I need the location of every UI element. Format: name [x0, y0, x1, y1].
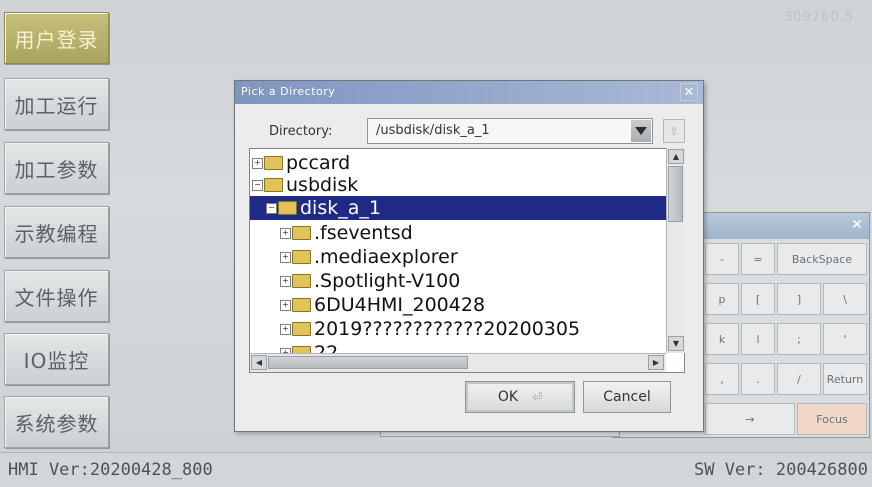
key-period[interactable]: . [741, 363, 775, 395]
folder-icon [292, 226, 311, 240]
parent-folder-icon[interactable]: ⇧ [663, 119, 685, 143]
key-semicolon[interactable]: ; [777, 323, 821, 355]
sidebar: 用户登录 加工运行 加工参数 示教编程 文件操作 IO监控 系统参数 [0, 0, 112, 452]
tree-item-label: 2019????????????20200305 [314, 318, 581, 340]
directory-value: /usbdisk/disk_a_1 [376, 123, 490, 138]
sidebar-item-io-monitor[interactable]: IO监控 [4, 333, 109, 385]
hmi-screen: 309260.5 用户登录 加工运行 加工参数 示教编程 文件操作 IO监控 系… [0, 0, 872, 487]
tree-item-pccard[interactable]: + pccard [252, 151, 350, 175]
ok-label: OK [497, 389, 519, 405]
sidebar-item-user-login[interactable]: 用户登录 [4, 12, 109, 64]
key-bracket-right[interactable]: ] [777, 283, 821, 315]
tree-item-label: .mediaexplorer [314, 246, 458, 268]
key-minus[interactable]: - [705, 243, 739, 275]
tree-item[interactable]: +2019????????????20200305 [280, 317, 580, 341]
expand-icon[interactable]: + [280, 275, 291, 287]
tree-item-label: .Spotlight-V100 [314, 270, 461, 292]
status-bar: HMI Ver:20200428_800 SW Ver: 200426800 [0, 452, 872, 487]
tree-item-label: disk_a_1 [300, 197, 381, 219]
vertical-scroll-thumb[interactable] [668, 166, 683, 222]
key-return[interactable]: Return [823, 363, 867, 395]
sidebar-item-system-params[interactable]: 系统参数 [4, 396, 109, 448]
key-slash[interactable]: / [777, 363, 821, 395]
key-arrow-right[interactable]: → [705, 403, 795, 435]
tree-item-label: pccard [286, 152, 351, 174]
ok-button[interactable]: OK ⏎ [465, 381, 575, 413]
dialog-titlebar[interactable]: Pick a Directory ✕ [235, 81, 703, 104]
tree-item-label: usbdisk [286, 174, 359, 196]
key-l[interactable]: l [741, 323, 775, 355]
dialog-close-icon[interactable]: ✕ [680, 83, 698, 101]
key-backspace[interactable]: BackSpace [777, 243, 867, 275]
cancel-button[interactable]: Cancel [583, 381, 671, 413]
expand-icon[interactable]: − [266, 202, 277, 214]
directory-tree: + pccard − usbdisk − disk_a_1 + .fseventsd +… [249, 148, 685, 373]
tree-vertical-scrollbar[interactable]: ▲ ▼ [666, 148, 685, 353]
header-number: 309260.5 [783, 10, 854, 25]
scroll-up-icon[interactable]: ▲ [668, 149, 684, 164]
folder-icon [292, 298, 311, 312]
key-backslash[interactable]: \ [823, 283, 867, 315]
key-p[interactable]: p [705, 283, 739, 315]
tree-item-disk-a-1[interactable]: − disk_a_1 [250, 196, 666, 220]
chevron-down-icon[interactable] [631, 120, 651, 142]
tree-horizontal-scrollbar[interactable]: ◀ ▶ [250, 353, 666, 372]
sidebar-item-file-operations[interactable]: 文件操作 [4, 270, 109, 322]
expand-icon[interactable]: + [252, 157, 263, 169]
enter-icon: ⏎ [532, 390, 543, 404]
key-k[interactable]: k [705, 323, 739, 355]
folder-icon [292, 274, 311, 288]
key-equals[interactable]: = [741, 243, 775, 275]
expand-icon[interactable]: + [280, 323, 291, 335]
directory-label: Directory: [269, 124, 333, 139]
expand-icon[interactable]: + [280, 227, 291, 239]
dialog-title: Pick a Directory [241, 85, 336, 98]
tree-item[interactable]: +6DU4HMI_200428 [280, 293, 485, 317]
folder-icon [264, 178, 283, 192]
sidebar-item-machining-run[interactable]: 加工运行 [4, 78, 109, 130]
sidebar-item-teach-programming[interactable]: 示教编程 [4, 206, 109, 258]
folder-icon [292, 250, 311, 264]
tree-item[interactable]: + .Spotlight-V100 [280, 269, 460, 293]
key-comma[interactable]: , [705, 363, 739, 395]
folder-icon [264, 156, 283, 170]
directory-select[interactable]: /usbdisk/disk_a_1 [367, 118, 653, 144]
tree-item[interactable]: + .mediaexplorer [280, 245, 458, 269]
expand-icon[interactable]: + [280, 251, 291, 263]
horizontal-scroll-thumb[interactable] [268, 356, 468, 369]
key-bracket-left[interactable]: [ [741, 283, 775, 315]
tree-item-label: 6DU4HMI_200428 [314, 294, 486, 316]
scroll-down-icon[interactable]: ▼ [668, 336, 684, 351]
pick-directory-dialog: Pick a Directory ✕ Directory: /usbdisk/d… [234, 80, 704, 432]
hmi-version: HMI Ver:20200428_800 [8, 460, 213, 480]
keyboard-close-icon[interactable]: ✕ [849, 217, 865, 233]
folder-icon [292, 322, 311, 336]
key-focus[interactable]: Focus [797, 403, 867, 435]
expand-icon[interactable]: + [280, 299, 291, 311]
tree-item-label: .fseventsd [314, 222, 413, 244]
sw-version: SW Ver: 200426800 [694, 460, 868, 480]
scroll-left-icon[interactable]: ◀ [251, 355, 267, 370]
tree-item[interactable]: + .fseventsd [280, 221, 413, 245]
expand-icon[interactable]: − [252, 179, 263, 191]
folder-open-icon [278, 201, 297, 215]
tree-item-usbdisk[interactable]: − usbdisk [252, 173, 358, 197]
key-quote[interactable]: ' [823, 323, 867, 355]
sidebar-item-machining-params[interactable]: 加工参数 [4, 142, 109, 194]
scroll-right-icon[interactable]: ▶ [648, 355, 664, 370]
